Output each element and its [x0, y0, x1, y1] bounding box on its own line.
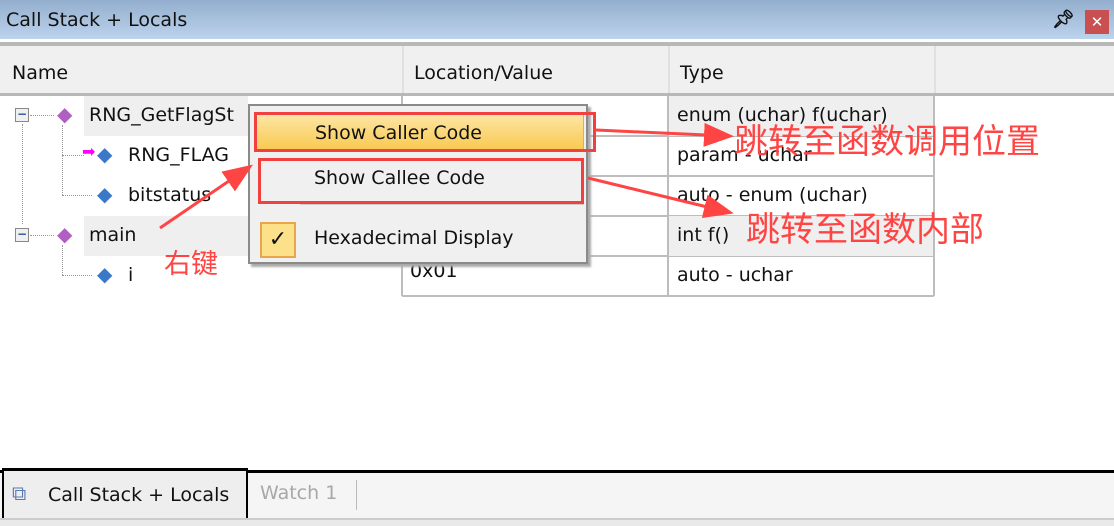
- arrow-right-click: [159, 164, 253, 230]
- call-stack-icon: ⧉: [12, 481, 27, 505]
- annotation-right-click: 右键: [164, 249, 218, 280]
- tab-watch-1[interactable]: Watch 1: [260, 482, 337, 504]
- arrow-callee: [587, 176, 734, 218]
- tab-call-stack-locals[interactable]: ⧉ Call Stack + Locals: [2, 468, 248, 518]
- tab-separator: [356, 480, 357, 510]
- annotation-caller: 跳转至函数调用位置: [734, 122, 1040, 162]
- arrow-caller: [595, 122, 734, 147]
- annotation-callee: 跳转至函数内部: [746, 210, 984, 250]
- status-strip: [0, 518, 1114, 526]
- tab-label: Call Stack + Locals: [48, 484, 230, 506]
